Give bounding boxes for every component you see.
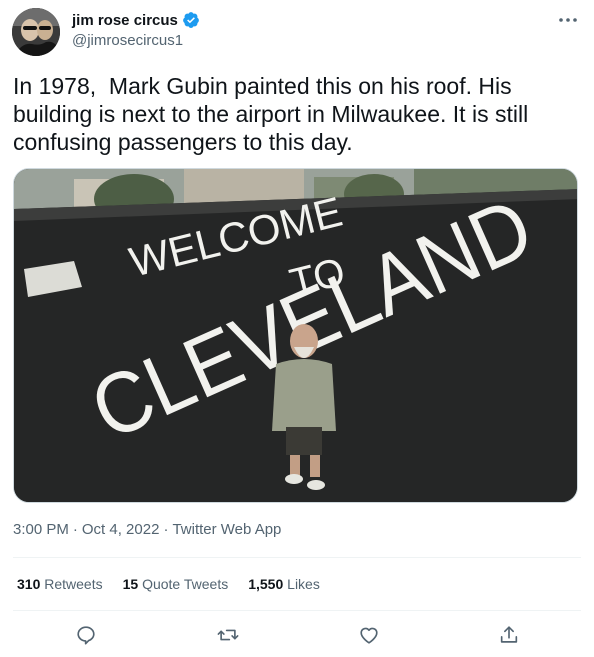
tweet-photo[interactable]: WELCOME TO CLEVELAND [13,168,578,503]
divider [13,557,581,558]
likes-count: 1,550 [248,576,284,592]
more-icon[interactable] [556,10,580,30]
retweets-stat[interactable]: 310 Retweets [17,576,103,592]
retweets-label: Retweets [44,576,103,592]
handle[interactable]: @jimrosecircus1 [72,32,200,49]
verified-badge-icon [182,11,200,29]
retweets-count: 310 [17,576,41,592]
tweet: jim rose circus @jimrosecircus1 In 1978,… [0,0,594,657]
tweet-text: In 1978, Mark Gubin painted this on his … [13,73,535,155]
share-icon[interactable] [494,620,524,650]
quote-tweets-label: Quote Tweets [142,576,229,592]
rooftop-photo: WELCOME TO CLEVELAND [14,169,577,502]
tweet-date[interactable]: Oct 4, 2022 [82,521,160,538]
tweet-time[interactable]: 3:00 PM [13,521,69,538]
author-block: jim rose circus @jimrosecircus1 [72,10,200,49]
meta-separator: · [163,521,169,538]
tweet-meta: 3:00 PM · Oct 4, 2022 · Twitter Web App [13,521,281,538]
quote-tweets-count: 15 [122,576,139,592]
tweet-source[interactable]: Twitter Web App [172,521,281,538]
likes-label: Likes [287,576,320,592]
meta-separator: · [72,521,78,538]
action-bar [0,620,594,650]
retweet-icon[interactable] [213,620,243,650]
avatar-image [12,8,60,56]
divider [13,610,581,611]
likes-stat[interactable]: 1,550 Likes [248,576,320,592]
reply-icon[interactable] [71,620,101,650]
avatar[interactable] [12,8,60,56]
tweet-stats: 310 Retweets 15 Quote Tweets 1,550 Likes [17,576,320,592]
like-icon[interactable] [354,620,384,650]
display-name[interactable]: jim rose circus [72,12,178,29]
quote-tweets-stat[interactable]: 15 Quote Tweets [123,576,229,592]
